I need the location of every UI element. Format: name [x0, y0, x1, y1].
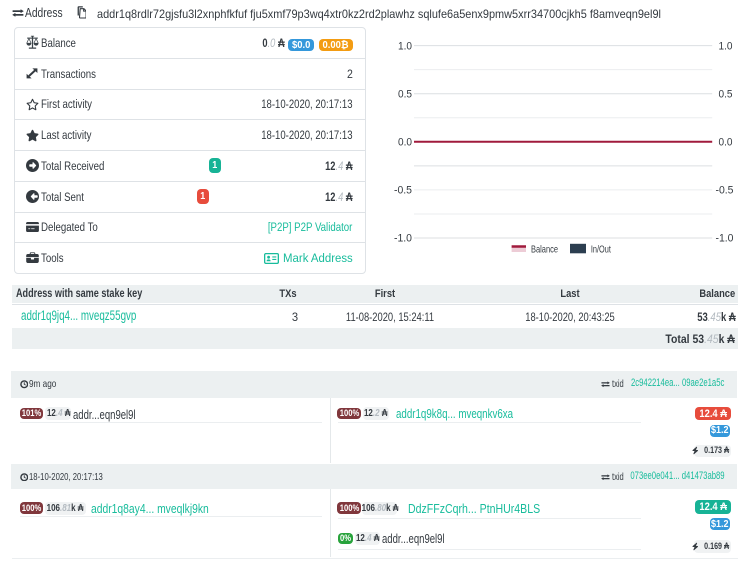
- svg-text:-1.0: -1.0: [394, 233, 412, 245]
- svg-text:0.0: 0.0: [398, 137, 412, 149]
- svg-text:-0.5: -0.5: [716, 185, 734, 197]
- svg-text:In/Out: In/Out: [591, 243, 611, 255]
- svg-text:-1.0: -1.0: [716, 233, 734, 245]
- svg-text:0.0: 0.0: [719, 137, 733, 149]
- svg-text:1.0: 1.0: [398, 40, 412, 52]
- svg-text:-0.5: -0.5: [394, 185, 412, 197]
- svg-text:Balance: Balance: [531, 243, 558, 255]
- svg-text:0.5: 0.5: [719, 88, 733, 100]
- svg-text:1.0: 1.0: [719, 40, 733, 52]
- svg-text:0.5: 0.5: [398, 88, 412, 100]
